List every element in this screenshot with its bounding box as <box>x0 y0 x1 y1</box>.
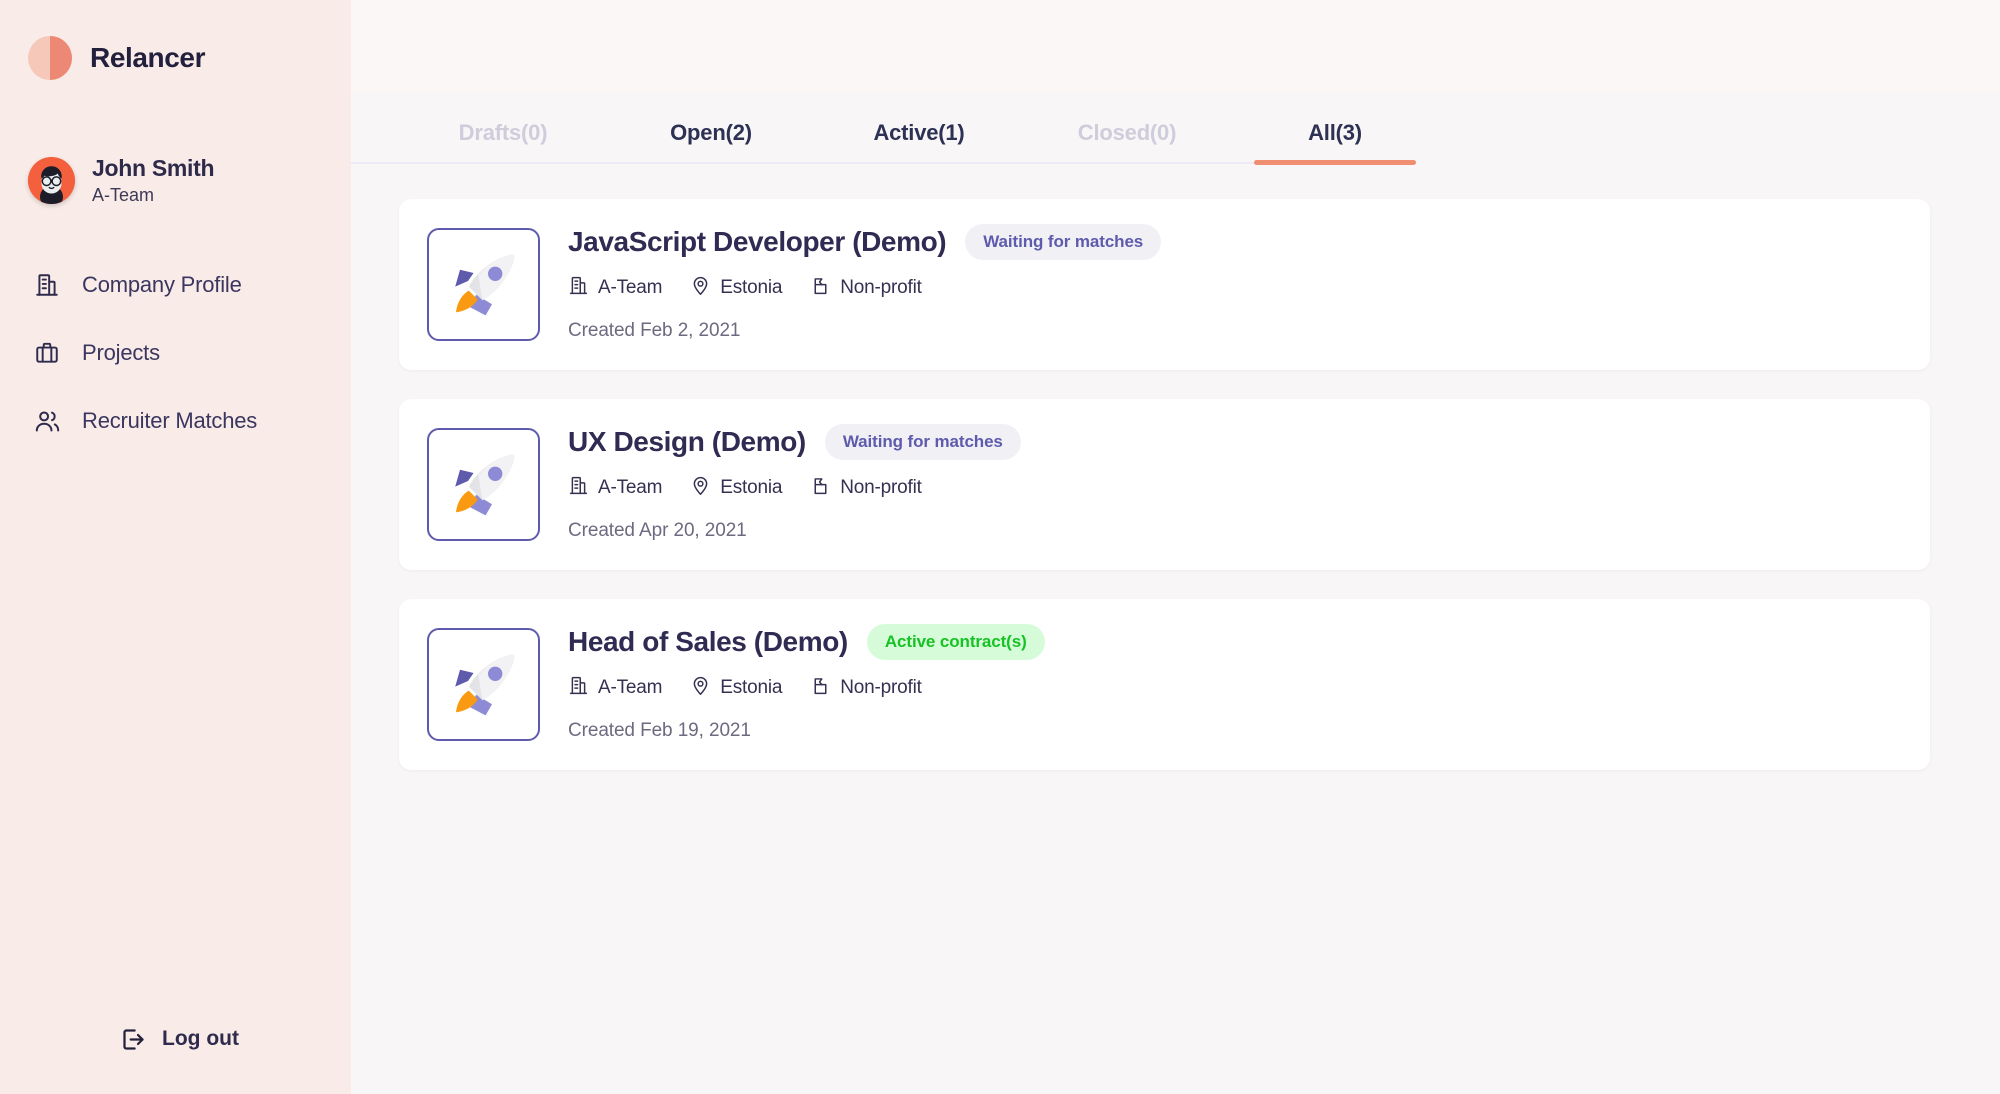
logout-icon <box>118 1024 148 1054</box>
map-pin-icon <box>690 475 711 501</box>
app-title: Relancer <box>90 42 206 73</box>
flag-icon <box>810 475 831 501</box>
meta-org: A-Team <box>568 675 662 701</box>
building-icon <box>568 675 589 701</box>
project-list: JavaScript Developer (Demo) Waiting for … <box>351 164 2000 770</box>
sidebar-item-label: Company Profile <box>82 272 242 297</box>
sidebar: Relancer John Smith A-Team Company Profi… <box>0 0 351 1094</box>
tab-drafts[interactable]: Drafts(0) <box>399 120 607 162</box>
meta-org-label: A-Team <box>598 276 663 298</box>
meta-type: Non-profit <box>810 675 922 701</box>
sidebar-item-recruiter-matches[interactable]: Recruiter Matches <box>0 402 351 440</box>
tab-open[interactable]: Open(2) <box>607 120 815 162</box>
user-org: A-Team <box>92 185 155 205</box>
logout-label: Log out <box>162 1027 239 1050</box>
project-card[interactable]: JavaScript Developer (Demo) Waiting for … <box>399 199 1930 370</box>
main-content: Drafts(0) Open(2) Active(1) Closed(0) Al… <box>351 92 2000 1094</box>
map-pin-icon <box>690 675 711 701</box>
brand[interactable]: Relancer <box>0 0 351 92</box>
tab-active[interactable]: Active(1) <box>815 120 1023 162</box>
meta-org: A-Team <box>568 475 662 501</box>
flag-icon <box>810 675 831 701</box>
meta-type-label: Non-profit <box>840 476 922 498</box>
project-created-date: Created Feb 19, 2021 <box>568 719 751 741</box>
meta-location-label: Estonia <box>720 676 783 698</box>
sidebar-nav: Company Profile Projects Recruiter Match… <box>0 266 351 440</box>
meta-type-label: Non-profit <box>840 676 922 698</box>
project-title: Head of Sales (Demo) <box>568 625 848 657</box>
project-created-date: Created Apr 20, 2021 <box>568 519 747 541</box>
building-icon <box>32 270 62 300</box>
meta-location: Estonia <box>690 475 782 501</box>
status-badge: Active contract(s) <box>866 623 1045 660</box>
meta-org-label: A-Team <box>598 676 663 698</box>
user-profile[interactable]: John Smith A-Team <box>0 155 351 206</box>
project-meta: A-Team Estonia Non-profit <box>568 475 1021 501</box>
meta-type: Non-profit <box>810 475 922 501</box>
flag-icon <box>810 275 831 301</box>
meta-location-label: Estonia <box>720 476 783 498</box>
sidebar-item-label: Recruiter Matches <box>82 408 258 433</box>
meta-location-label: Estonia <box>720 276 783 298</box>
map-pin-icon <box>690 275 711 301</box>
briefcase-icon <box>32 338 62 368</box>
sidebar-item-label: Projects <box>82 340 160 365</box>
project-meta: A-Team Estonia Non-profit <box>568 275 1161 301</box>
project-title: UX Design (Demo) <box>568 425 806 457</box>
avatar <box>28 157 75 204</box>
project-title: JavaScript Developer (Demo) <box>568 225 947 257</box>
meta-org-label: A-Team <box>598 476 663 498</box>
tab-closed[interactable]: Closed(0) <box>1023 120 1231 162</box>
project-created-date: Created Feb 2, 2021 <box>568 319 741 341</box>
meta-location: Estonia <box>690 275 782 301</box>
project-thumbnail <box>427 628 540 741</box>
tab-all[interactable]: All(3) <box>1231 120 1439 165</box>
project-thumbnail <box>427 228 540 341</box>
meta-type: Non-profit <box>810 275 922 301</box>
user-name: John Smith <box>92 155 215 181</box>
rocket-icon <box>454 654 514 715</box>
rocket-icon <box>454 254 514 315</box>
app-logo-icon <box>28 36 72 80</box>
logout-button[interactable]: Log out <box>118 1024 239 1054</box>
sidebar-item-projects[interactable]: Projects <box>0 334 351 372</box>
users-icon <box>32 406 62 436</box>
project-status-tabs: Drafts(0) Open(2) Active(1) Closed(0) Al… <box>351 92 1416 165</box>
meta-org: A-Team <box>568 275 662 301</box>
status-badge: Waiting for matches <box>965 223 1162 260</box>
status-badge: Waiting for matches <box>824 423 1021 460</box>
sidebar-item-company-profile[interactable]: Company Profile <box>0 266 351 304</box>
rocket-icon <box>454 454 514 515</box>
project-card[interactable]: UX Design (Demo) Waiting for matches A-T… <box>399 399 1930 570</box>
meta-type-label: Non-profit <box>840 276 922 298</box>
project-meta: A-Team Estonia Non-profit <box>568 675 1045 701</box>
building-icon <box>568 275 589 301</box>
building-icon <box>568 475 589 501</box>
meta-location: Estonia <box>690 675 782 701</box>
project-card[interactable]: Head of Sales (Demo) Active contract(s) <box>399 599 1930 770</box>
project-thumbnail <box>427 428 540 541</box>
